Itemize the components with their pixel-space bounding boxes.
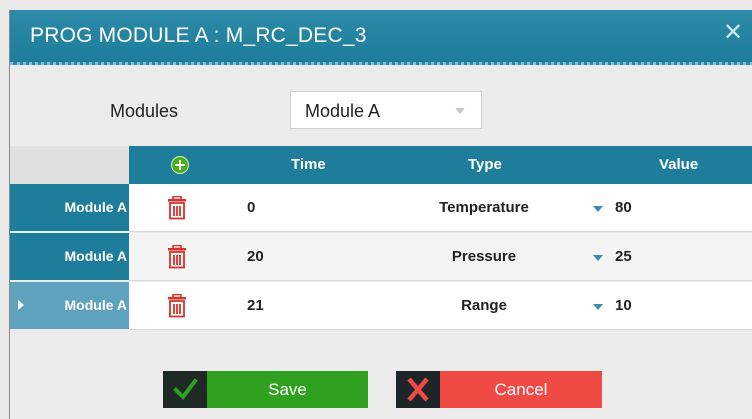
value-cell[interactable]: 25 bbox=[615, 248, 632, 265]
row-body: 0 Temperature 80 bbox=[129, 184, 752, 232]
dialog-window: PROG MODULE A : M_RC_DEC_3 ✕ Modules Mod… bbox=[9, 10, 752, 419]
close-icon[interactable]: ✕ bbox=[721, 21, 745, 45]
column-header-time[interactable]: Time bbox=[291, 156, 326, 173]
type-cell[interactable]: Pressure bbox=[409, 248, 559, 265]
modules-label: Modules bbox=[110, 101, 179, 121]
row-header[interactable]: Module A bbox=[10, 184, 129, 231]
save-button[interactable]: Save bbox=[163, 371, 368, 408]
row-module-label: Module A bbox=[64, 297, 127, 313]
time-cell[interactable]: 21 bbox=[247, 297, 264, 314]
row-module-label: Module A bbox=[64, 248, 127, 264]
column-header-type[interactable]: Type bbox=[468, 156, 502, 173]
row-pointer-icon bbox=[18, 300, 24, 310]
time-cell[interactable]: 20 bbox=[247, 248, 264, 265]
type-cell[interactable]: Temperature bbox=[409, 199, 559, 216]
table-row[interactable]: Module A 0 Temperature 80 bbox=[10, 184, 752, 233]
modules-select[interactable]: Module A bbox=[290, 91, 482, 129]
trash-icon[interactable] bbox=[166, 294, 188, 318]
x-icon bbox=[396, 371, 440, 408]
save-button-label: Save bbox=[268, 380, 307, 399]
value-cell[interactable]: 80 bbox=[615, 199, 632, 216]
column-header-value[interactable]: Value bbox=[659, 156, 698, 173]
modules-select-value: Module A bbox=[305, 101, 381, 121]
row-body: 21 Range 10 bbox=[129, 282, 752, 330]
trash-icon[interactable] bbox=[166, 196, 188, 220]
grid-header-corner bbox=[10, 146, 129, 184]
add-icon[interactable] bbox=[171, 156, 189, 174]
trash-icon[interactable] bbox=[166, 245, 188, 269]
chevron-down-icon[interactable] bbox=[593, 304, 603, 310]
chevron-down-icon[interactable] bbox=[593, 255, 603, 261]
chevron-down-icon[interactable] bbox=[593, 206, 603, 212]
row-module-label: Module A bbox=[64, 199, 127, 215]
grid-header: Time Type Value bbox=[10, 146, 752, 184]
chevron-down-icon bbox=[455, 108, 465, 114]
table-row[interactable]: Module A 21 Range 10 bbox=[10, 282, 752, 331]
value-cell[interactable]: 10 bbox=[615, 297, 632, 314]
row-header[interactable]: Module A bbox=[10, 233, 129, 280]
time-cell[interactable]: 0 bbox=[247, 199, 255, 216]
grid-header-row: Time Type Value bbox=[129, 146, 752, 184]
cancel-button-label: Cancel bbox=[494, 380, 548, 399]
row-body: 20 Pressure 25 bbox=[129, 233, 752, 281]
title-bar: PROG MODULE A : M_RC_DEC_3 ✕ bbox=[10, 10, 752, 65]
type-cell[interactable]: Range bbox=[409, 297, 559, 314]
modules-row: Modules Module A bbox=[10, 65, 752, 155]
row-header[interactable]: Module A bbox=[10, 282, 129, 329]
window-title: PROG MODULE A : M_RC_DEC_3 bbox=[30, 24, 367, 47]
check-icon bbox=[163, 371, 207, 408]
table-row[interactable]: Module A 20 Pressure 25 bbox=[10, 233, 752, 282]
cancel-button[interactable]: Cancel bbox=[396, 371, 602, 408]
